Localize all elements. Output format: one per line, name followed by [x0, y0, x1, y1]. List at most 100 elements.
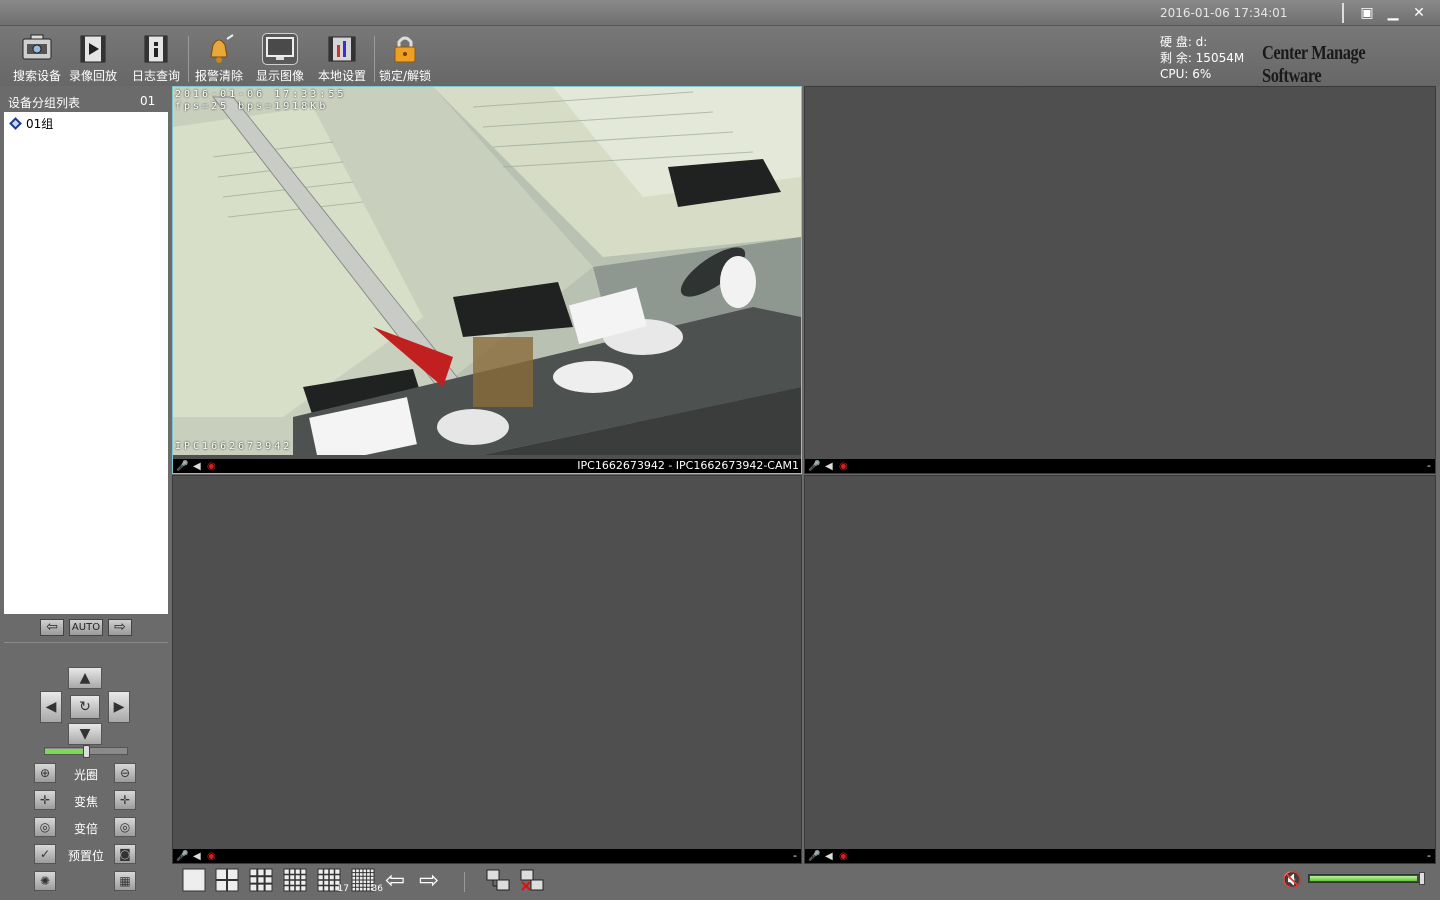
record-icon[interactable]: ◉	[839, 460, 848, 474]
layout-1-icon	[182, 868, 206, 892]
lock-button[interactable]: 锁定/解锁	[374, 30, 436, 86]
channel-status-bar: 🎤 ◀ ◉ -	[805, 849, 1435, 863]
title-bar: 2016-01-06 17:34:01 ▣ ▁ ✕	[0, 0, 1440, 26]
lock-label: 锁定/解锁	[378, 69, 432, 83]
osd-timestamp: 2016-01-06 17:33:55	[175, 89, 347, 100]
system-info: 硬 盘: d: 剩 余: 15054M CPU: 6%	[1160, 34, 1244, 82]
mic-icon[interactable]: 🎤	[176, 460, 188, 474]
layout-9-button[interactable]	[249, 868, 275, 892]
speaker-icon[interactable]: ◀	[825, 850, 833, 864]
cpu-info: CPU: 6%	[1160, 67, 1212, 81]
channel-label: -	[1427, 459, 1431, 472]
light-icon[interactable]: ✺	[34, 871, 56, 891]
video-cell-4[interactable]: 🎤 ◀ ◉ -	[804, 475, 1436, 864]
ptz-speed-slider[interactable]	[44, 745, 128, 758]
mic-icon[interactable]: 🎤	[176, 850, 188, 864]
log-query-button[interactable]: 日志查询	[125, 30, 187, 86]
left-panel: 设备分组列表 01 01组 ⇦ AUTO ⇨ ▲ ◀ ↻ ▶ ▼ ⊕ 光圈 ⊖ …	[0, 86, 172, 900]
playback-button[interactable]: 录像回放	[62, 30, 124, 86]
speaker-icon[interactable]: ◀	[193, 850, 201, 864]
layout-17-button[interactable]: 17	[317, 868, 349, 894]
connect-all-icon	[486, 869, 510, 891]
device-list-number: 01	[140, 94, 156, 108]
prev-page-button[interactable]: ⇦	[385, 868, 405, 892]
video-cell-1[interactable]: 2016-01-06 17:33:55 fps=25 bps=1918Kb IP…	[172, 86, 802, 474]
speaker-icon[interactable]: ◀	[825, 460, 833, 474]
ptz-speed-knob[interactable]	[83, 745, 90, 758]
record-icon[interactable]: ◉	[207, 850, 216, 864]
preset-call-icon[interactable]: ◙	[114, 844, 136, 864]
layout-4-button[interactable]	[215, 868, 241, 892]
ptz-row-aux: ✺ ▦	[4, 871, 168, 893]
disconnect-all-button[interactable]	[520, 868, 546, 892]
next-group-button[interactable]: ⇨	[108, 619, 132, 636]
channel-label: IPC1662673942 - IPC1662673942-CAM1	[577, 459, 799, 472]
display-image-icon	[262, 33, 298, 65]
connect-all-button[interactable]	[486, 868, 512, 892]
local-settings-icon	[324, 33, 360, 65]
close-button[interactable]: ✕	[1409, 4, 1429, 22]
datetime: 2016-01-06 17:34:01	[1160, 6, 1288, 20]
speaker-icon[interactable]: ◀	[193, 460, 201, 474]
display-image-button[interactable]: 显示图像	[249, 30, 311, 86]
layout-9-icon	[249, 868, 273, 892]
video-cell-3[interactable]: 🎤 ◀ ◉ -	[172, 475, 802, 864]
lock-icon	[387, 33, 423, 65]
mic-icon[interactable]: 🎤	[808, 460, 820, 474]
playback-label: 录像回放	[68, 69, 117, 83]
channel-status-bar: 🎤 ◀ ◉ -	[173, 849, 801, 863]
search-device-label: 搜索设备	[12, 69, 61, 83]
next-page-button[interactable]: ⇨	[419, 868, 439, 892]
layout-36-button[interactable]: 36	[351, 868, 383, 894]
layout-36-label: 36	[371, 884, 383, 894]
maximize-button[interactable]: ▣	[1357, 4, 1377, 22]
ptz-speed-fill	[45, 749, 86, 754]
video-feed: 2016-01-06 17:33:55 fps=25 bps=1918Kb IP…	[173, 87, 801, 455]
osd-channel-name: IPC1662673942	[175, 441, 293, 452]
device-list-title: 设备分组列表	[8, 96, 81, 110]
mic-icon[interactable]: 🎤	[808, 850, 820, 864]
disconnect-all-icon	[520, 869, 544, 891]
zoom-out-icon[interactable]: ◎	[114, 817, 136, 837]
ptz-row-preset: ✓ 预置位 ◙	[4, 844, 168, 866]
prev-group-button[interactable]: ⇦	[40, 619, 64, 636]
auto-button[interactable]: AUTO	[69, 619, 103, 636]
ptz-down-button[interactable]: ▼	[68, 723, 102, 745]
search-device-button[interactable]: 搜索设备	[6, 30, 68, 86]
ptz-up-button[interactable]: ▲	[68, 667, 102, 689]
channel-label: -	[793, 849, 797, 862]
layout-1-button[interactable]	[182, 868, 208, 892]
bottom-bar: 17 36 ⇦ ⇨ 🔇	[172, 864, 1440, 900]
ptz-right-button[interactable]: ▶	[108, 691, 130, 723]
log-query-icon	[138, 33, 174, 65]
iris-close-icon[interactable]: ⊖	[114, 763, 136, 783]
group-label: 01组	[26, 117, 54, 131]
local-settings-label: 本地设置	[317, 69, 366, 83]
record-icon[interactable]: ◉	[839, 850, 848, 864]
record-icon[interactable]: ◉	[207, 460, 216, 474]
alarm-clear-button[interactable]: 报警清除	[188, 30, 250, 86]
free-space-info: 剩 余: 15054M	[1160, 51, 1245, 65]
volume-knob[interactable]	[1419, 872, 1425, 885]
video-cell-2[interactable]: 🎤 ◀ ◉ -	[804, 86, 1436, 474]
ptz-row-zoom: ◎ 变倍 ◎	[4, 817, 168, 839]
wiper-icon[interactable]: ▦	[114, 871, 136, 891]
volume-slider[interactable]	[1308, 872, 1425, 885]
layout-16-button[interactable]	[283, 868, 309, 892]
tree-node-group[interactable]: 01组	[8, 115, 53, 132]
group-navigation: ⇦ AUTO ⇨	[0, 616, 172, 640]
alarm-clear-label: 报警清除	[194, 69, 243, 83]
ptz-row-focus: ✛ 变焦 ✛	[4, 790, 168, 812]
local-settings-button[interactable]: 本地设置	[311, 30, 373, 86]
layout-4-icon	[215, 868, 239, 892]
mute-icon[interactable]: 🔇	[1282, 870, 1302, 889]
minimize-button[interactable]: ▁	[1383, 4, 1403, 22]
main-toolbar: 搜索设备 录像回放 日志查询 报警清除 显示图像 本地设置 锁定/解锁 硬 盘:…	[0, 26, 1440, 87]
display-image-label: 显示图像	[255, 69, 304, 83]
ptz-reset-button[interactable]: ↻	[70, 695, 100, 719]
layout-17-label: 17	[337, 884, 349, 894]
device-tree[interactable]: 01组	[4, 112, 168, 614]
ptz-left-button[interactable]: ◀	[40, 691, 62, 723]
bottom-separator	[464, 872, 465, 892]
focus-far-icon[interactable]: ✛	[114, 790, 136, 810]
